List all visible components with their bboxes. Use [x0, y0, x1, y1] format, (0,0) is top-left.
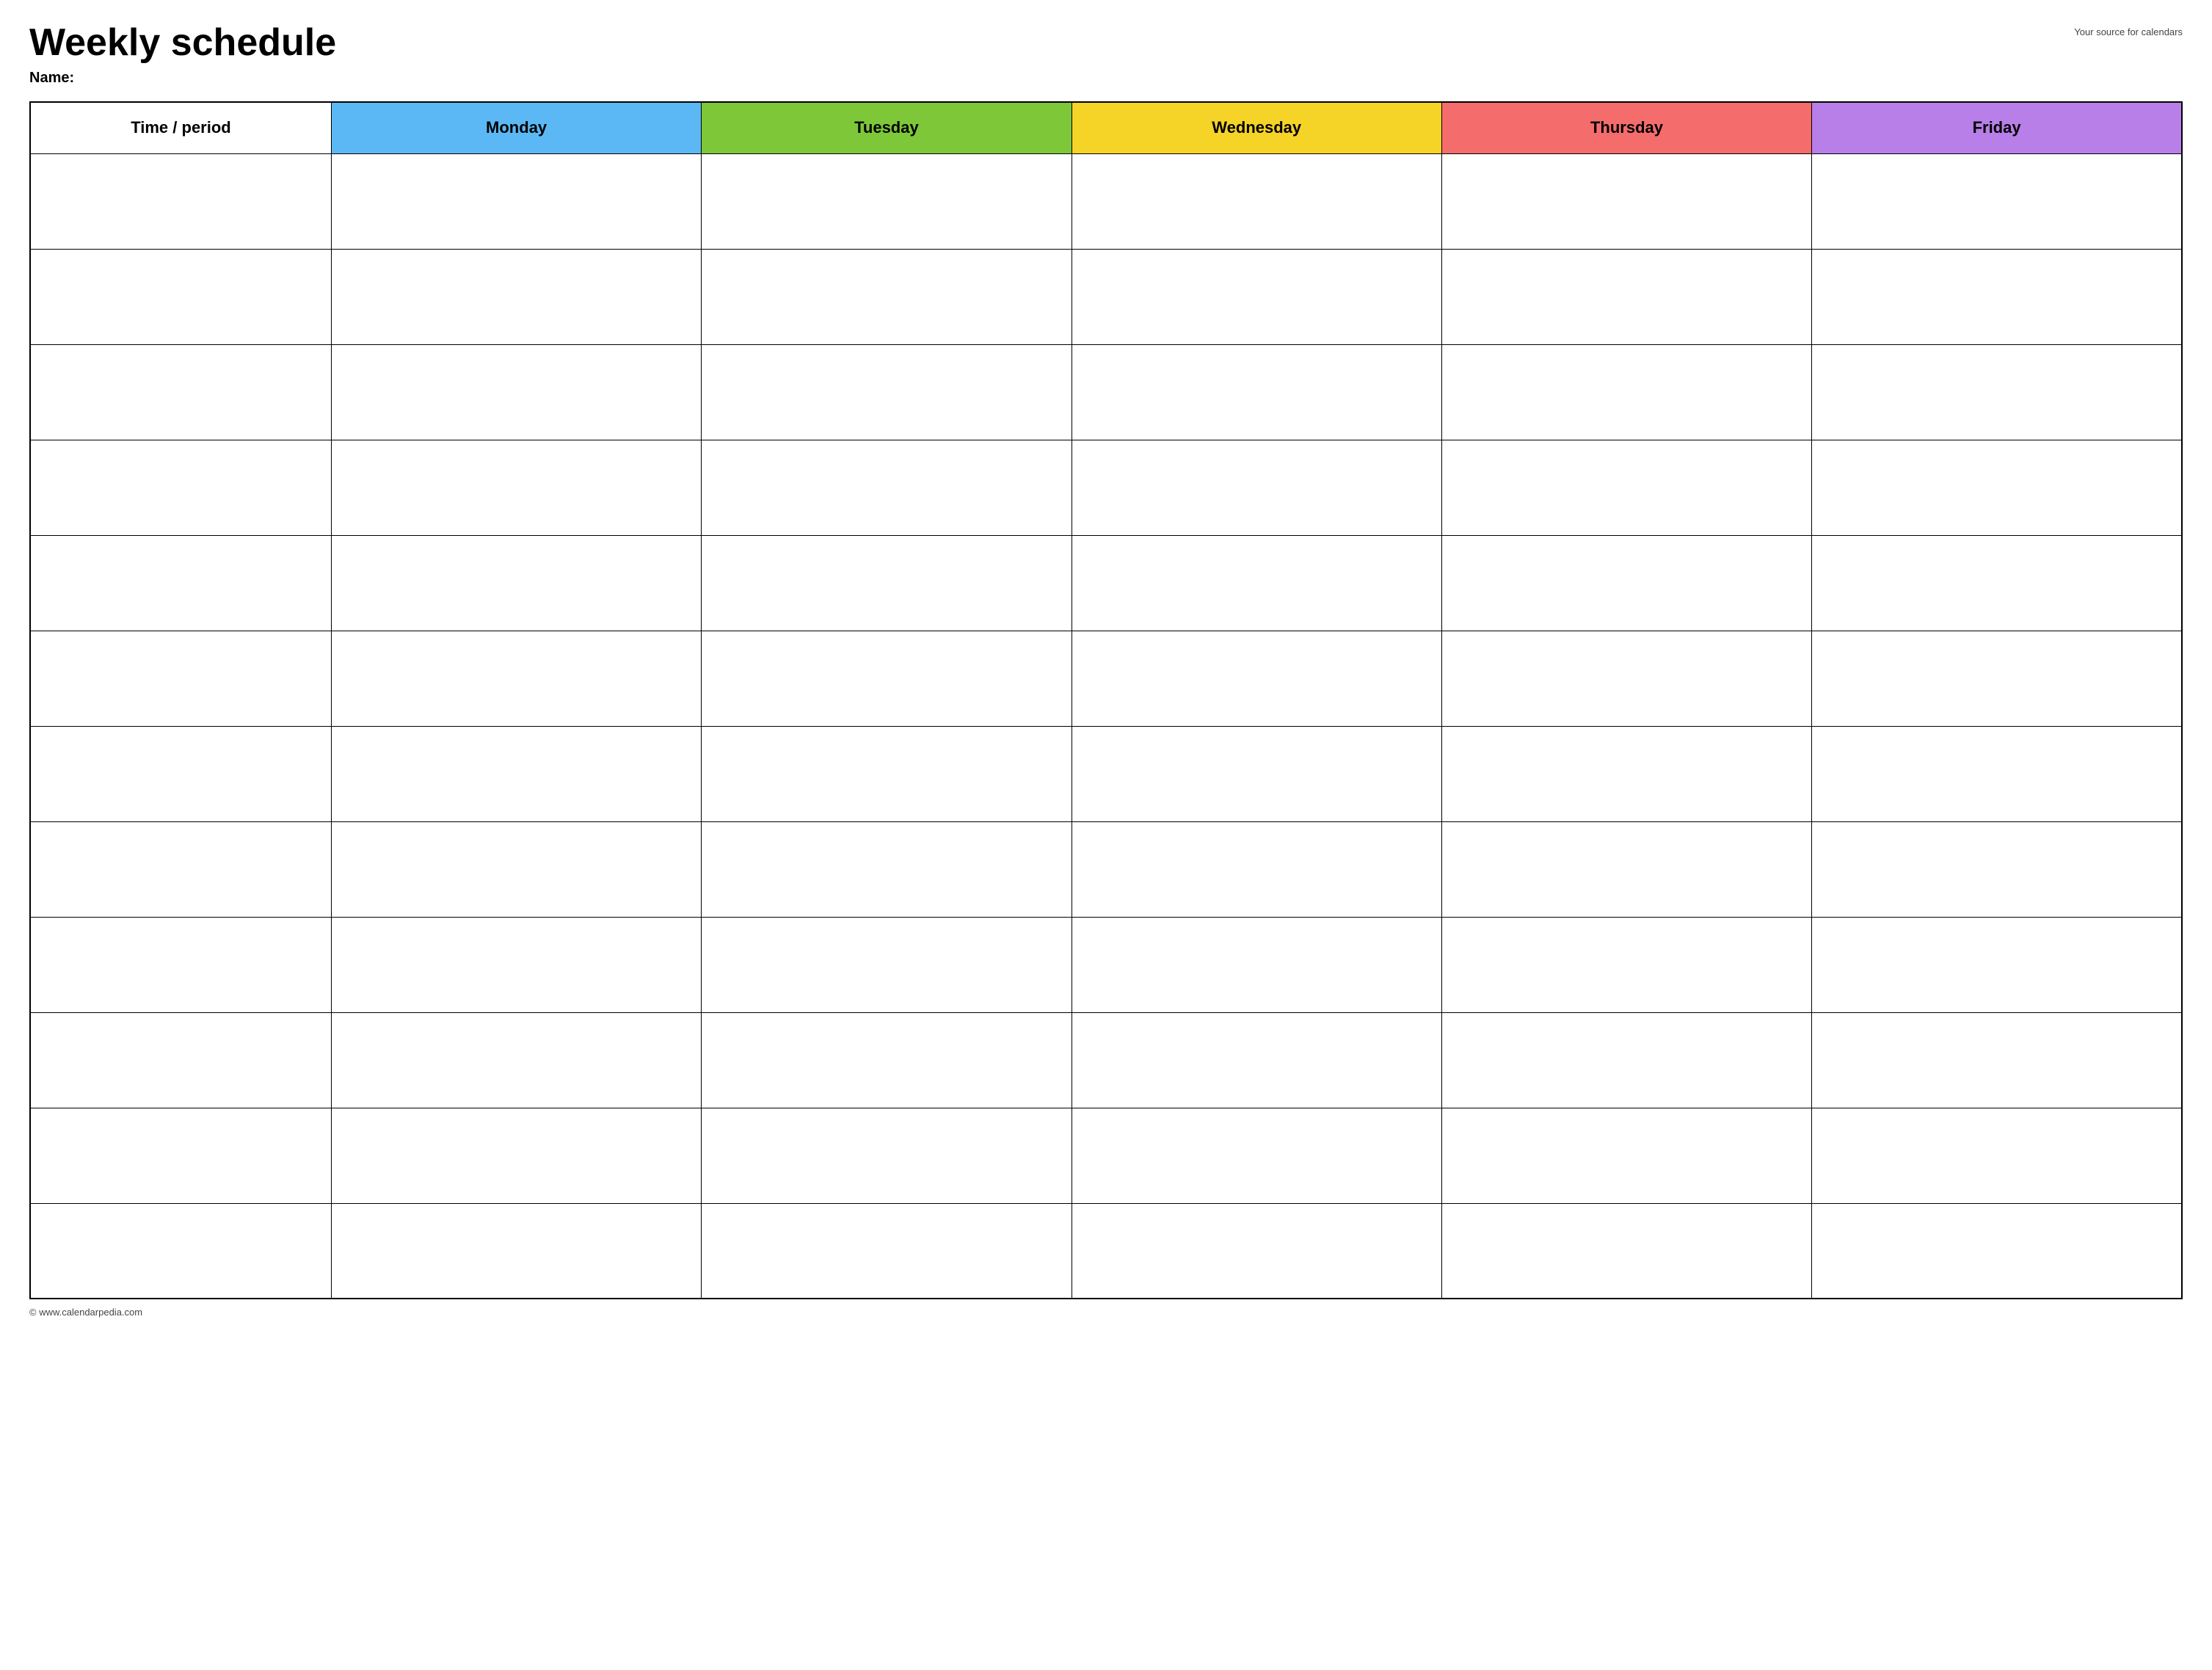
cell-r3-c0[interactable] [30, 440, 331, 535]
cell-r1-c0[interactable] [30, 249, 331, 344]
cell-r11-c4[interactable] [1441, 1203, 1811, 1299]
cell-r9-c1[interactable] [331, 1012, 701, 1108]
header-area: Weekly schedule Name: Your source for ca… [29, 22, 2183, 87]
header-friday: Friday [1812, 102, 2182, 153]
cell-r10-c1[interactable] [331, 1108, 701, 1203]
cell-r1-c2[interactable] [702, 249, 1072, 344]
cell-r10-c5[interactable] [1812, 1108, 2182, 1203]
table-row [30, 1012, 2182, 1108]
cell-r9-c4[interactable] [1441, 1012, 1811, 1108]
cell-r7-c5[interactable] [1812, 821, 2182, 917]
table-row [30, 726, 2182, 821]
cell-r7-c0[interactable] [30, 821, 331, 917]
cell-r0-c4[interactable] [1441, 153, 1811, 249]
table-row [30, 344, 2182, 440]
cell-r0-c0[interactable] [30, 153, 331, 249]
cell-r3-c4[interactable] [1441, 440, 1811, 535]
cell-r0-c3[interactable] [1072, 153, 1441, 249]
cell-r11-c1[interactable] [331, 1203, 701, 1299]
cell-r9-c5[interactable] [1812, 1012, 2182, 1108]
cell-r8-c5[interactable] [1812, 917, 2182, 1012]
header-row: Time / periodMondayTuesdayWednesdayThurs… [30, 102, 2182, 153]
cell-r6-c4[interactable] [1441, 726, 1811, 821]
cell-r6-c3[interactable] [1072, 726, 1441, 821]
cell-r11-c3[interactable] [1072, 1203, 1441, 1299]
cell-r9-c3[interactable] [1072, 1012, 1441, 1108]
cell-r5-c0[interactable] [30, 631, 331, 726]
cell-r3-c2[interactable] [702, 440, 1072, 535]
cell-r11-c2[interactable] [702, 1203, 1072, 1299]
cell-r2-c2[interactable] [702, 344, 1072, 440]
logo-tagline: Your source for calendars [2074, 26, 2183, 37]
cell-r4-c3[interactable] [1072, 535, 1441, 631]
cell-r8-c4[interactable] [1441, 917, 1811, 1012]
cell-r10-c4[interactable] [1441, 1108, 1811, 1203]
cell-r9-c0[interactable] [30, 1012, 331, 1108]
cell-r4-c0[interactable] [30, 535, 331, 631]
logo-block: Your source for calendars [2074, 25, 2183, 37]
cell-r10-c0[interactable] [30, 1108, 331, 1203]
cell-r3-c3[interactable] [1072, 440, 1441, 535]
cell-r0-c2[interactable] [702, 153, 1072, 249]
table-row [30, 631, 2182, 726]
cell-r8-c0[interactable] [30, 917, 331, 1012]
cell-r7-c1[interactable] [331, 821, 701, 917]
cell-r3-c1[interactable] [331, 440, 701, 535]
cell-r1-c3[interactable] [1072, 249, 1441, 344]
cell-r0-c5[interactable] [1812, 153, 2182, 249]
cell-r11-c0[interactable] [30, 1203, 331, 1299]
cell-r2-c4[interactable] [1441, 344, 1811, 440]
header-monday: Monday [331, 102, 701, 153]
cell-r6-c1[interactable] [331, 726, 701, 821]
cell-r10-c3[interactable] [1072, 1108, 1441, 1203]
cell-r1-c5[interactable] [1812, 249, 2182, 344]
cell-r6-c5[interactable] [1812, 726, 2182, 821]
title-block: Weekly schedule Name: [29, 22, 336, 87]
cell-r11-c5[interactable] [1812, 1203, 2182, 1299]
cell-r7-c4[interactable] [1441, 821, 1811, 917]
cell-r5-c4[interactable] [1441, 631, 1811, 726]
cell-r10-c2[interactable] [702, 1108, 1072, 1203]
cell-r8-c2[interactable] [702, 917, 1072, 1012]
cell-r2-c0[interactable] [30, 344, 331, 440]
cell-r4-c1[interactable] [331, 535, 701, 631]
cell-r7-c2[interactable] [702, 821, 1072, 917]
cell-r4-c2[interactable] [702, 535, 1072, 631]
cell-r7-c3[interactable] [1072, 821, 1441, 917]
schedule-table: Time / periodMondayTuesdayWednesdayThurs… [29, 101, 2183, 1299]
cell-r5-c2[interactable] [702, 631, 1072, 726]
cell-r4-c4[interactable] [1441, 535, 1811, 631]
table-row [30, 1108, 2182, 1203]
name-label: Name: [29, 70, 336, 87]
table-row [30, 249, 2182, 344]
cell-r2-c3[interactable] [1072, 344, 1441, 440]
cell-r0-c1[interactable] [331, 153, 701, 249]
table-row [30, 1203, 2182, 1299]
cell-r6-c2[interactable] [702, 726, 1072, 821]
page-title: Weekly schedule [29, 22, 336, 64]
header-wednesday: Wednesday [1072, 102, 1441, 153]
cell-r2-c5[interactable] [1812, 344, 2182, 440]
cell-r1-c1[interactable] [331, 249, 701, 344]
cell-r1-c4[interactable] [1441, 249, 1811, 344]
header-tuesday: Tuesday [702, 102, 1072, 153]
cell-r2-c1[interactable] [331, 344, 701, 440]
cell-r3-c5[interactable] [1812, 440, 2182, 535]
cell-r5-c3[interactable] [1072, 631, 1441, 726]
table-row [30, 917, 2182, 1012]
cell-r9-c2[interactable] [702, 1012, 1072, 1108]
header-time-period: Time / period [30, 102, 331, 153]
header-thursday: Thursday [1441, 102, 1811, 153]
table-row [30, 821, 2182, 917]
cell-r6-c0[interactable] [30, 726, 331, 821]
cell-r8-c1[interactable] [331, 917, 701, 1012]
table-row [30, 153, 2182, 249]
cell-r8-c3[interactable] [1072, 917, 1441, 1012]
cell-r5-c1[interactable] [331, 631, 701, 726]
cell-r4-c5[interactable] [1812, 535, 2182, 631]
table-row [30, 440, 2182, 535]
footer-url: © www.calendarpedia.com [29, 1307, 2183, 1318]
cell-r5-c5[interactable] [1812, 631, 2182, 726]
table-row [30, 535, 2182, 631]
